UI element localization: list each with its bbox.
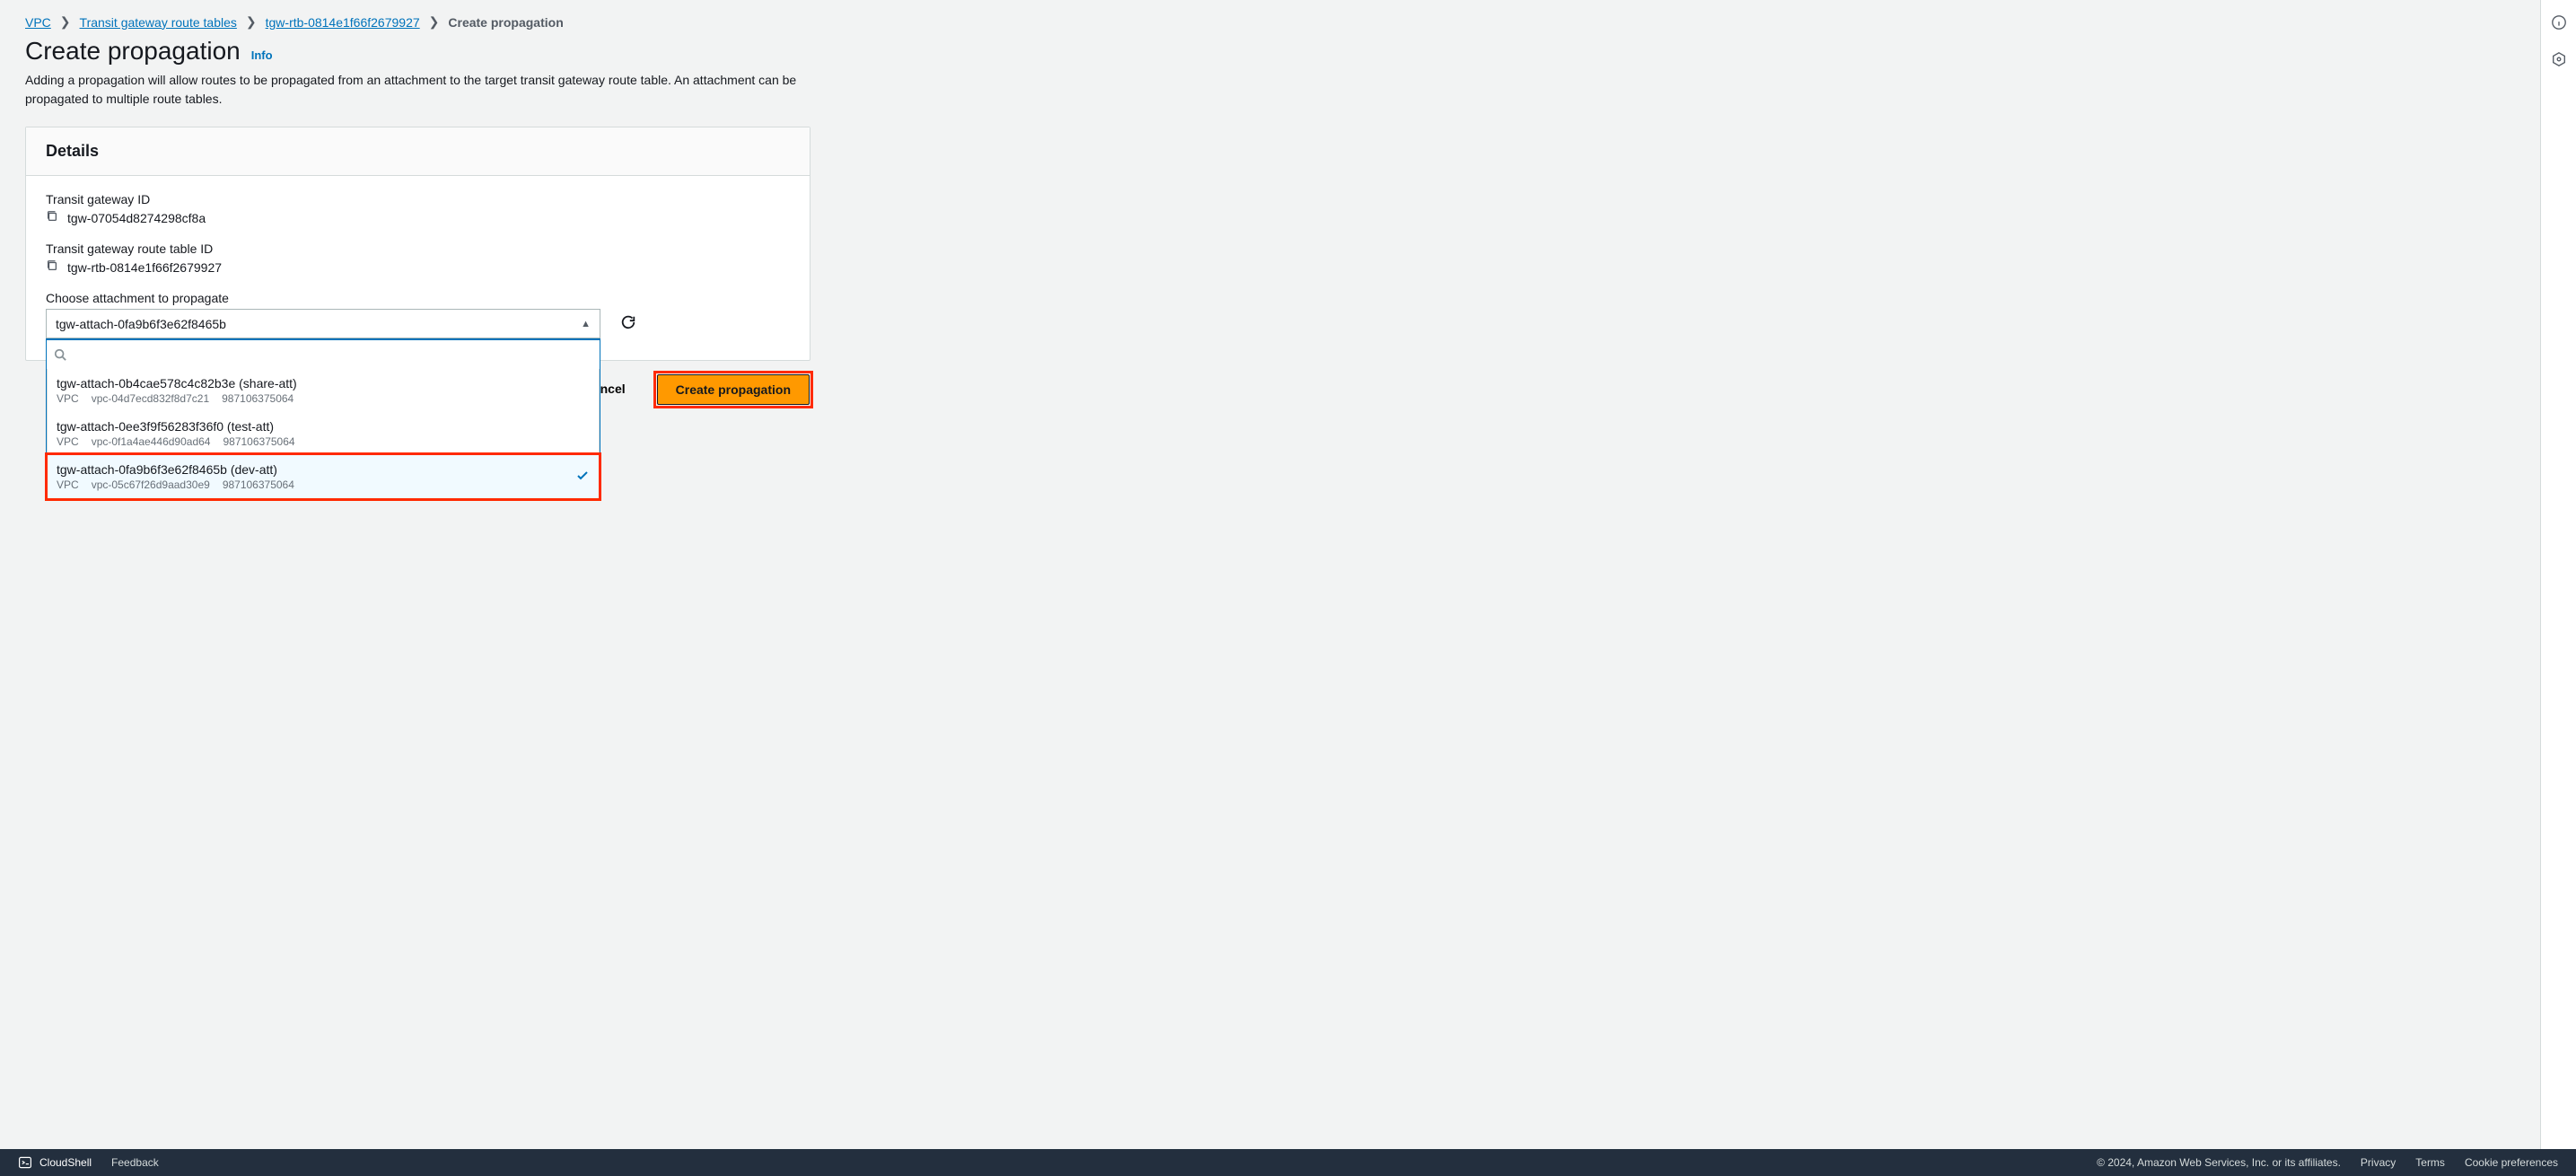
- footer-copyright: © 2024, Amazon Web Services, Inc. or its…: [2097, 1156, 2341, 1169]
- page-title: Create propagation: [25, 37, 241, 66]
- option-primary: tgw-attach-0fa9b6f3e62f8465b (dev-att): [57, 462, 294, 477]
- tgw-id-value: tgw-07054d8274298cf8a: [67, 211, 206, 225]
- cloudshell-button[interactable]: CloudShell: [18, 1155, 92, 1170]
- privacy-link[interactable]: Privacy: [2361, 1156, 2396, 1169]
- page-description: Adding a propagation will allow routes t…: [25, 71, 806, 109]
- cloudshell-label: CloudShell: [39, 1156, 92, 1169]
- details-panel-title: Details: [26, 127, 810, 176]
- chevron-right-icon: ❯: [429, 14, 440, 30]
- attachment-option[interactable]: tgw-attach-0b4cae578c4c82b3e (share-att)…: [48, 369, 599, 412]
- breadcrumb-current: Create propagation: [448, 15, 563, 30]
- info-link[interactable]: Info: [251, 48, 273, 62]
- rtb-id-value: tgw-rtb-0814e1f66f2679927: [67, 260, 222, 275]
- breadcrumb-route-tables[interactable]: Transit gateway route tables: [80, 15, 237, 30]
- help-rail: [2540, 0, 2576, 1149]
- breadcrumb-vpc[interactable]: VPC: [25, 15, 51, 30]
- rtb-id-label: Transit gateway route table ID: [46, 241, 790, 256]
- details-panel: Details Transit gateway ID tgw-07054d827…: [25, 127, 810, 361]
- attachment-option[interactable]: tgw-attach-0ee3f9f56283f36f0 (test-att)V…: [48, 412, 599, 455]
- check-icon: [575, 469, 590, 486]
- copy-icon[interactable]: [46, 259, 58, 275]
- tgw-id-label: Transit gateway ID: [46, 192, 790, 206]
- chevron-right-icon: ❯: [246, 14, 257, 30]
- create-propagation-button[interactable]: Create propagation: [657, 374, 810, 405]
- cookie-preferences-link[interactable]: Cookie preferences: [2465, 1156, 2558, 1169]
- search-icon: [54, 348, 66, 361]
- feedback-link[interactable]: Feedback: [111, 1156, 159, 1169]
- chevron-right-icon: ❯: [60, 14, 71, 30]
- attachment-select-label: Choose attachment to propagate: [46, 291, 790, 305]
- attachment-dropdown: tgw-attach-0b4cae578c4c82b3e (share-att)…: [46, 338, 600, 500]
- footer: CloudShell Feedback © 2024, Amazon Web S…: [0, 1149, 2576, 1176]
- option-meta: VPCvpc-0f1a4ae446d90ad64987106375064: [57, 435, 295, 448]
- option-primary: tgw-attach-0ee3f9f56283f36f0 (test-att): [57, 419, 295, 434]
- breadcrumb: VPC ❯ Transit gateway route tables ❯ tgw…: [25, 14, 2515, 30]
- attachment-search-input[interactable]: [74, 344, 592, 365]
- attachment-selected-value: tgw-attach-0fa9b6f3e62f8465b: [56, 317, 226, 331]
- copy-icon[interactable]: [46, 210, 58, 225]
- terms-link[interactable]: Terms: [2415, 1156, 2445, 1169]
- option-primary: tgw-attach-0b4cae578c4c82b3e (share-att): [57, 376, 297, 391]
- attachment-option[interactable]: tgw-attach-0fa9b6f3e62f8465b (dev-att)VP…: [48, 455, 599, 498]
- breadcrumb-rtb-id[interactable]: tgw-rtb-0814e1f66f2679927: [266, 15, 420, 30]
- attachment-select[interactable]: tgw-attach-0fa9b6f3e62f8465b ▲: [46, 309, 600, 338]
- option-meta: VPCvpc-04d7ecd832f8d7c21987106375064: [57, 392, 297, 405]
- settings-icon[interactable]: [2551, 51, 2567, 70]
- info-icon[interactable]: [2551, 14, 2567, 33]
- option-meta: VPCvpc-05c67f26d9aad30e9987106375064: [57, 478, 294, 491]
- caret-up-icon: ▲: [581, 319, 591, 329]
- refresh-button[interactable]: [620, 314, 636, 333]
